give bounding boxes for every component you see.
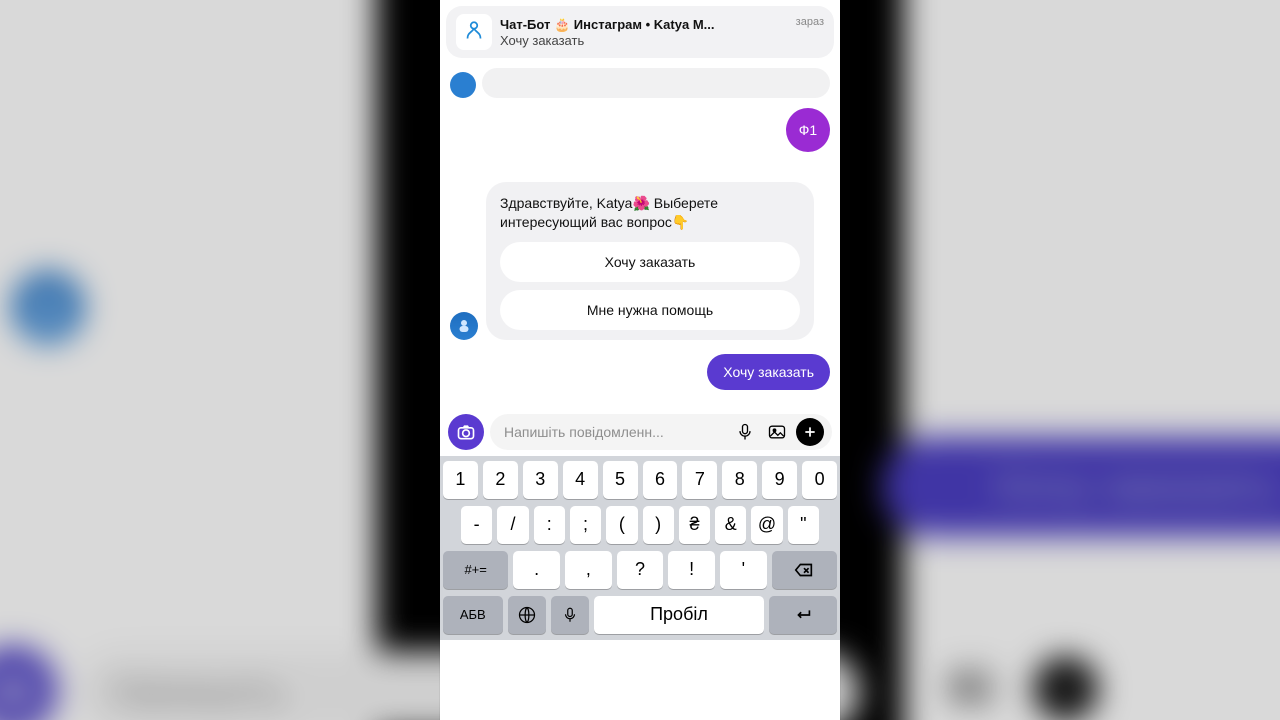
keyboard-key[interactable]: / [497,506,528,544]
message-input-placeholder: Напишіть повідомленн... [504,424,726,440]
user-message-bubble[interactable]: Хочу заказать [707,354,830,390]
bg-image-icon [941,657,1000,716]
quick-reply-button[interactable]: Мне нужна помощь [500,290,800,330]
keyboard-key[interactable]: ₴ [679,506,710,544]
quick-reply-button[interactable]: Хочу заказать [500,242,800,282]
user-chip-label: Ф1 [799,122,817,138]
image-icon[interactable] [764,419,790,445]
keyboard-key[interactable]: 1 [443,461,478,499]
keyboard-abc-key[interactable]: АБВ [443,596,503,634]
notification-time: зараз [796,16,824,28]
bot-message-text: Здравствуйте, Katya🌺 Выберете интересующ… [500,194,800,232]
message-input[interactable]: Напишіть повідомленн... [490,414,832,450]
chat-area: Ф1 Здравствуйте, Katya🌺 Выберете интерес… [440,64,840,390]
keyboard-key[interactable]: - [461,506,492,544]
keyboard-key[interactable]: ( [606,506,637,544]
keyboard-key[interactable]: ' [720,551,767,589]
notification-banner[interactable]: Чат-Бот 🎂 Инстаграм • Katya M... Хочу за… [446,6,834,58]
notification-title: Чат-Бот 🎂 Инстаграм • Katya M... [500,17,788,33]
bg-user-bubble: Хочу заказать [882,437,1280,536]
notification-app-icon [456,14,492,50]
user-message-text: Хочу заказать [723,364,814,380]
keyboard-key[interactable]: 0 [802,461,837,499]
backspace-key[interactable] [772,551,837,589]
previous-bot-bubble [482,68,830,98]
keyboard-key[interactable]: & [715,506,746,544]
bg-mic-icon [849,657,908,716]
keyboard-key[interactable]: 5 [603,461,638,499]
previous-message-row [450,68,830,98]
keyboard-key[interactable]: 6 [643,461,678,499]
keyboard-key[interactable]: 3 [523,461,558,499]
keyboard-mic-key[interactable] [551,596,589,634]
keyboard-key[interactable]: : [534,506,565,544]
bg-text-fragment: ь [855,184,890,250]
keyboard-key[interactable]: ; [570,506,601,544]
keyboard-key[interactable]: @ [751,506,782,544]
keyboard-key[interactable]: " [788,506,819,544]
bg-bot-avatar [13,272,83,342]
keyboard-key[interactable]: . [513,551,560,589]
keyboard-key[interactable]: 9 [762,461,797,499]
keyboard-key[interactable]: ) [643,506,674,544]
keyboard-key[interactable]: 8 [722,461,757,499]
return-key[interactable] [769,596,837,634]
keyboard-key[interactable]: , [565,551,612,589]
notification-subtitle: Хочу заказать [500,33,788,48]
bot-avatar-small [450,72,476,98]
keyboard-key[interactable]: ! [668,551,715,589]
keyboard-key[interactable]: ? [617,551,664,589]
composer: Напишіть повідомленн... [440,408,840,456]
keyboard-key[interactable]: 4 [563,461,598,499]
phone-frame: Чат-Бот 🎂 Инстаграм • Katya M... Хочу за… [440,0,840,720]
mic-icon[interactable] [732,419,758,445]
bot-avatar [450,312,478,340]
keyboard-mode-key[interactable]: #+= [443,551,508,589]
space-key[interactable]: Пробіл [594,596,764,634]
keyboard-key[interactable]: 7 [682,461,717,499]
keyboard-key[interactable]: 2 [483,461,518,499]
keyboard: 1234567890 -/:;()₴&@" #+=.,?!' АБВ Пробіл [440,456,840,640]
globe-key[interactable] [508,596,546,634]
user-chip[interactable]: Ф1 [786,108,830,152]
plus-button[interactable] [796,418,824,446]
bot-message-block: Здравствуйте, Katya🌺 Выберете интересующ… [450,182,830,340]
camera-button[interactable] [448,414,484,450]
bg-plus-icon [1034,657,1098,720]
